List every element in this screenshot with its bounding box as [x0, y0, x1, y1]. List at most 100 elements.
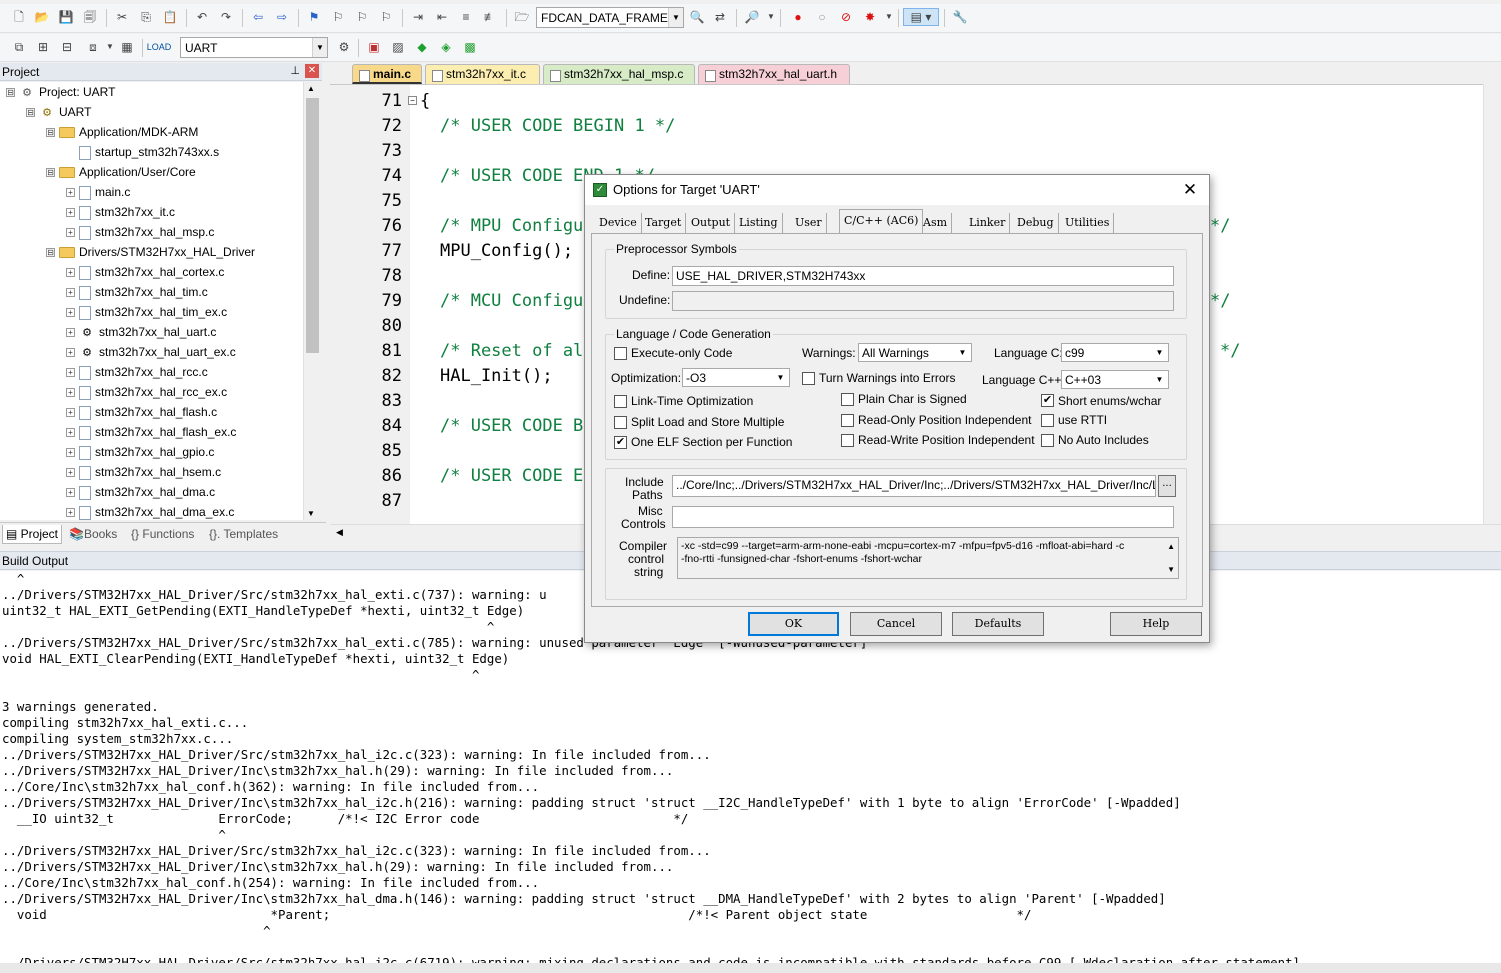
breakpoint-kill-all-icon[interactable]: ✸ [861, 8, 879, 26]
cut-icon[interactable]: ✂ [113, 8, 131, 26]
execute-only-checkbox[interactable] [614, 347, 627, 360]
code-line[interactable]: /* MCU Configu [440, 291, 583, 311]
tree-item[interactable]: + ⚙ stm32h7xx_hal_uart.c [66, 322, 216, 342]
target-combo[interactable]: FDCAN_DATA_FRAME ▼ [536, 7, 684, 28]
build-icon[interactable]: ⊞ [34, 38, 52, 56]
window-layout-icon[interactable]: ▤ ▾ [903, 8, 939, 26]
scroll-down-icon[interactable]: ▼ [1167, 563, 1175, 576]
tree-item[interactable]: + stm32h7xx_hal_flash.c [66, 402, 217, 422]
cancel-button[interactable]: Cancel [850, 612, 942, 636]
language-cpp-select[interactable]: C++03 ▼ [1061, 370, 1169, 389]
configure-icon[interactable]: 🔧 [951, 8, 969, 26]
paste-icon[interactable]: 📋 [161, 8, 179, 26]
tab-project[interactable]: ▤ Project [2, 525, 63, 544]
tree-item[interactable]: ⊟ ⚙ UART [26, 102, 91, 122]
target-options-icon[interactable]: ⚙ [335, 38, 353, 56]
bookmark-next-icon[interactable]: ⚐ [353, 8, 371, 26]
define-input[interactable]: USE_HAL_DRIVER,STM32H743xx [672, 266, 1174, 286]
close-icon[interactable]: ✕ [305, 64, 319, 78]
expand-icon[interactable]: + [66, 408, 75, 418]
code-line[interactable]: /* USER CODE BEGIN 1 */ [440, 116, 675, 136]
expand-icon[interactable]: + [66, 388, 75, 398]
expand-icon[interactable]: + [66, 228, 75, 238]
dialog-tab[interactable]: User [791, 213, 827, 233]
help-button[interactable]: Help [1110, 612, 1202, 636]
expand-icon[interactable]: + [66, 348, 75, 358]
link-time-opt-checkbox[interactable] [614, 395, 627, 408]
no-auto-includes-checkbox[interactable] [1041, 434, 1054, 447]
read-only-pi-checkbox[interactable] [841, 414, 854, 427]
dialog-tab[interactable]: Utilities [1061, 213, 1115, 233]
comment-icon[interactable]: ≡ [457, 8, 475, 26]
undo-icon[interactable]: ↶ [193, 8, 211, 26]
expand-icon[interactable]: + [66, 208, 75, 218]
new-file-icon[interactable]: 🗋 [10, 8, 28, 26]
batch-build-icon[interactable]: ⧈ [84, 38, 102, 56]
find-icon[interactable]: 🔍 [688, 8, 706, 26]
tree-item[interactable]: + stm32h7xx_hal_gpio.c [66, 442, 214, 462]
expand-icon[interactable]: + [66, 328, 75, 338]
tree-item[interactable]: + stm32h7xx_hal_flash_ex.c [66, 422, 236, 442]
project-tree-scrollbar[interactable]: ▲ ▼ [303, 82, 321, 520]
fold-icon[interactable]: − [408, 96, 417, 105]
copy-icon[interactable]: ⎘ [137, 8, 155, 26]
undefine-input[interactable] [672, 291, 1174, 311]
pack-installer-icon[interactable]: ◈ [437, 38, 455, 56]
replace-icon[interactable]: ⇄ [711, 8, 729, 26]
unindent-icon[interactable]: ⇤ [433, 8, 451, 26]
manage-project-icon[interactable]: ▣ [365, 38, 383, 56]
dialog-tab[interactable]: C/C++ (AC6) [839, 209, 924, 234]
expand-icon[interactable]: + [66, 448, 75, 458]
tree-item[interactable]: + stm32h7xx_hal_dma.c [66, 482, 215, 502]
expand-icon[interactable]: + [66, 268, 75, 278]
one-elf-section-checkbox[interactable]: ✔ [614, 436, 627, 449]
tree-item[interactable]: + stm32h7xx_it.c [66, 202, 175, 222]
tree-item[interactable]: + stm32h7xx_hal_cortex.c [66, 262, 224, 282]
turn-warnings-errors-checkbox[interactable] [802, 372, 815, 385]
bookmark-clear-icon[interactable]: ⚐ [377, 8, 395, 26]
tree-item[interactable]: + stm32h7xx_hal_tim.c [66, 282, 208, 302]
compiler-control-string[interactable]: -xc -std=c99 --target=arm-arm-none-eabi … [677, 537, 1179, 579]
dialog-tab[interactable]: Target [641, 213, 687, 233]
plain-char-signed-checkbox[interactable] [841, 393, 854, 406]
tab-functions[interactable]: {} Functions [128, 525, 197, 544]
expand-icon[interactable]: + [66, 508, 75, 518]
tree-item[interactable]: + stm32h7xx_hal_msp.c [66, 222, 214, 242]
read-write-pi-checkbox[interactable] [841, 434, 854, 447]
expand-icon[interactable]: + [66, 308, 75, 318]
uncomment-icon[interactable]: ≢ [481, 8, 499, 26]
tree-item[interactable]: + main.c [66, 182, 130, 202]
nav-back-icon[interactable]: ⇦ [249, 8, 267, 26]
expand-icon[interactable]: + [66, 488, 75, 498]
save-icon[interactable]: 💾 [57, 8, 75, 26]
editor-tab[interactable]: stm32h7xx_it.c [425, 64, 540, 84]
language-c-select[interactable]: c99 ▼ [1061, 343, 1169, 362]
tree-item[interactable]: + stm32h7xx_hal_hsem.c [66, 462, 221, 482]
scroll-left-icon[interactable]: ◀ [336, 527, 343, 538]
manage-components-icon[interactable]: ▨ [389, 38, 407, 56]
find-in-files-icon[interactable]: 🗁 [513, 8, 531, 26]
chevron-down-icon[interactable]: ▼ [880, 8, 898, 26]
save-all-icon[interactable]: 🗐 [81, 8, 99, 26]
debug-session-icon[interactable]: 🔎 [743, 8, 761, 26]
breakpoint-insert-icon[interactable]: ● [789, 8, 807, 26]
expand-icon[interactable]: + [66, 468, 75, 478]
defaults-button[interactable]: Defaults [952, 612, 1044, 636]
dialog-tab[interactable]: Asm [919, 213, 953, 233]
tree-item[interactable]: + stm32h7xx_hal_rcc_ex.c [66, 382, 227, 402]
pin-icon[interactable]: ⊥ [290, 64, 300, 77]
tree-item[interactable]: ⊟ Application/User/Core [46, 162, 196, 182]
scroll-up-icon[interactable]: ▲ [307, 84, 315, 93]
breakpoint-enable-icon[interactable]: ○ [813, 8, 831, 26]
collapse-icon[interactable]: ⊟ [46, 128, 55, 138]
editor-tab[interactable]: main.c [352, 64, 422, 84]
indent-icon[interactable]: ⇥ [409, 8, 427, 26]
short-enums-checkbox[interactable]: ✔ [1041, 394, 1054, 407]
dialog-tab[interactable]: Listing [735, 213, 783, 233]
dialog-tab[interactable]: Linker [965, 213, 1011, 233]
tree-item[interactable]: + ⚙ stm32h7xx_hal_uart_ex.c [66, 342, 236, 362]
code-line[interactable]: /* USER CODE EN [440, 466, 594, 486]
rebuild-icon[interactable]: ⊟ [58, 38, 76, 56]
expand-icon[interactable]: + [66, 368, 75, 378]
translate-icon[interactable]: ⧉ [10, 38, 28, 56]
